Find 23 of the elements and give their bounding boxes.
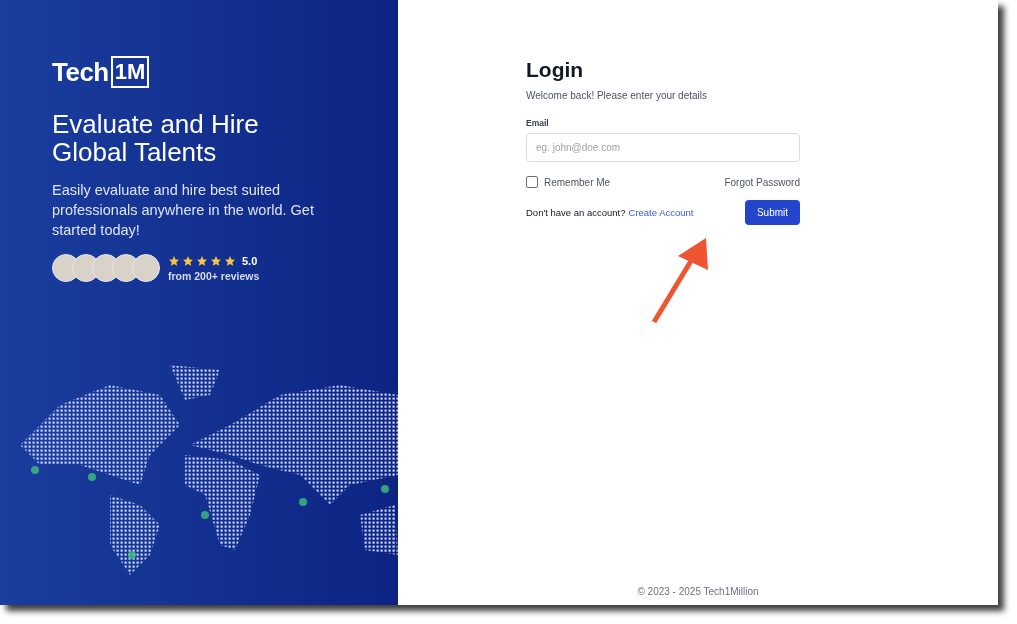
- create-account-link[interactable]: Create Account: [628, 207, 694, 218]
- submit-button[interactable]: Submit: [745, 200, 800, 225]
- review-count: from 200+ reviews: [168, 269, 260, 282]
- hero-title: Evaluate and Hire Global Talents: [52, 110, 260, 166]
- email-label: Email: [526, 118, 550, 128]
- forgot-password-link[interactable]: Forgot Password: [724, 176, 800, 188]
- rating-score: 5.0: [242, 254, 258, 267]
- login-title: Login: [526, 58, 585, 82]
- signup-prompt: Don't have an account?: [526, 207, 626, 218]
- avatar: [132, 254, 160, 282]
- hero-subtitle: Easily evaluate and hire best suited professionals anywhere in the world. Get started today!: [52, 181, 315, 240]
- email-field[interactable]: eg. john@doe.com: [526, 133, 800, 162]
- copyright-text: © 2023 - 2025 Tech1Million: [636, 586, 760, 597]
- star-icon: [196, 254, 208, 267]
- remember-checkbox[interactable]: [526, 176, 538, 188]
- login-subtitle: Welcome back! Please enter your details: [526, 90, 708, 101]
- star-icon: [210, 254, 222, 267]
- remember-label: Remember Me: [544, 176, 611, 188]
- star-icon: [182, 254, 194, 267]
- star-icon: [224, 254, 236, 267]
- logo-mark: 1M: [110, 56, 150, 88]
- logo-text: Tech: [52, 56, 109, 88]
- star-icon: [168, 254, 180, 267]
